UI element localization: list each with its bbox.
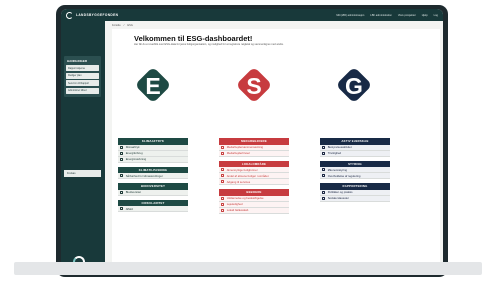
governance-column: AKTIV EJERSKAB Bestyrelsesaktivitet Triv… — [320, 138, 390, 206]
sidebar-menu: HANDLINGER Rapport skjema Rediger plan S… — [64, 56, 101, 97]
intro-text: Her får du et overblik over ESG-data for… — [134, 43, 284, 46]
category-header: AKTIV EJERSKAB — [320, 138, 390, 145]
people-icon — [221, 196, 225, 200]
logo-text[interactable]: LANDSBYGGEFONDEN — [76, 13, 118, 17]
sidebar-bottom-item[interactable]: Frelsas — [64, 170, 101, 177]
pillar-e-letter: E — [145, 73, 161, 99]
breadcrumb-current: ESG — [127, 24, 133, 27]
document-icon — [322, 174, 326, 178]
leaf-icon — [120, 157, 124, 161]
document-icon — [322, 145, 326, 149]
category-header: KLIMAAFTRYK — [118, 138, 188, 145]
category-group: BIODIVERSITET Biodiversitet — [118, 183, 188, 196]
category-item[interactable]: Medarbejdertrivsel — [219, 150, 289, 157]
category-header: BEBOERE — [219, 189, 289, 196]
category-group: LOKALOMRÅDE Almennyttige boligformer And… — [219, 160, 289, 186]
sidebar-item[interactable]: Administrer tilbud — [66, 87, 99, 94]
category-item[interactable]: Trivslighed — [320, 150, 390, 157]
page-title: Velkommen til ESG-dashboardet! — [134, 34, 253, 43]
category-header: RAPPORTERING — [320, 183, 390, 190]
category-group: CIRKULARITET Affald — [118, 199, 188, 213]
category-header: KLIMATILPASNING — [118, 166, 188, 174]
top-nav-links: Mitt (ØR) administrasjon LBF administrat… — [336, 14, 438, 17]
pillar-s-letter: S — [246, 73, 262, 99]
people-icon — [221, 202, 225, 206]
category-header: MEDARBEJDERE — [219, 138, 289, 145]
logo-icon[interactable] — [66, 11, 73, 19]
category-header: LOKALOMRÅDE — [219, 160, 289, 168]
screen: LANDSBYGGEFONDEN Mitt (ØR) administrasjo… — [61, 9, 443, 273]
people-icon — [221, 174, 225, 178]
category-header: BIODIVERSITET — [118, 183, 188, 190]
category-item[interactable]: Affald — [118, 206, 188, 213]
people-icon — [221, 208, 225, 212]
category-header: STYRING — [320, 160, 390, 168]
category-group: AKTIV EJERSKAB Bestyrelsesaktivitet Triv… — [320, 138, 390, 157]
leaf-icon — [120, 174, 124, 178]
top-nav-link[interactable]: Mitt (ØR) administrasjon — [336, 14, 364, 17]
document-icon — [322, 168, 326, 172]
document-icon — [322, 151, 326, 155]
top-nav-link[interactable]: LBF administration — [370, 14, 392, 17]
category-group: KLIMATILPASNING Sårbarhed for klimaændri… — [118, 166, 188, 180]
category-item[interactable]: Adgang til services — [219, 179, 289, 186]
environment-column: KLIMAAFTRYK Klimaaftryk Energiforbrug En… — [118, 138, 188, 216]
people-icon — [221, 151, 225, 155]
leaf-icon — [120, 151, 124, 155]
category-item[interactable]: Overholdelse af regulering — [320, 173, 390, 180]
monitor-stand — [14, 262, 482, 275]
category-item[interactable]: Energimærkning — [118, 156, 188, 163]
breadcrumb: Forside / ESG — [112, 24, 133, 27]
category-header: CIRKULARITET — [118, 199, 188, 207]
top-nav-link[interactable]: Hjelp — [422, 14, 428, 17]
category-group: MEDARBEJDERE Medarbejdersammensætning Me… — [219, 138, 289, 157]
top-navigation-bar: LANDSBYGGEFONDEN Mitt (ØR) administrasjo… — [61, 9, 443, 21]
sidebar-item[interactable]: Rediger plan — [66, 72, 99, 79]
leaf-icon — [120, 145, 124, 149]
main-content: Velkommen til ESG-dashboardet! Her får d… — [112, 29, 440, 269]
people-icon — [221, 168, 225, 172]
sidebar-menu-title: HANDLINGER — [67, 59, 87, 63]
breadcrumb-separator: / — [123, 24, 125, 27]
sidebar-item[interactable]: Rapport skjema — [66, 65, 99, 71]
people-icon — [221, 180, 225, 184]
document-icon — [322, 190, 326, 194]
category-group: STYRING Økonomistyring Overholdelse af r… — [320, 160, 390, 180]
sidebar: HANDLINGER Rapport skjema Rediger plan S… — [61, 21, 105, 273]
category-group: RAPPORTERING Politikker og praksis Socia… — [320, 183, 390, 202]
pillar-g-letter: G — [345, 73, 363, 99]
monitor-frame: LANDSBYGGEFONDEN Mitt (ØR) administrasjo… — [56, 5, 448, 277]
category-group: BEBOERE Uddannelse og beskæftigelse Leje… — [219, 189, 289, 214]
top-nav-link[interactable]: Vis/e prosjekter — [398, 14, 416, 17]
people-icon — [221, 145, 225, 149]
category-group: KLIMAAFTRYK Klimaaftryk Energiforbrug En… — [118, 138, 188, 163]
category-item[interactable]: Biodiversitet — [118, 189, 188, 196]
category-item[interactable]: Sårbarhed for klimaændringer — [118, 173, 188, 180]
leaf-icon — [120, 207, 124, 211]
document-icon — [322, 196, 326, 200]
breadcrumb-home-link[interactable]: Forside — [112, 24, 121, 27]
social-column: MEDARBEJDERE Medarbejdersammensætning Me… — [219, 138, 289, 218]
category-item[interactable]: Lokalt fællesskab — [219, 207, 289, 214]
top-nav-link[interactable]: Log — [434, 14, 438, 17]
sidebar-item[interactable]: Send inn til Rapport — [66, 80, 99, 86]
category-item[interactable]: Sociale klausuler — [320, 195, 390, 202]
leaf-icon — [120, 190, 124, 194]
